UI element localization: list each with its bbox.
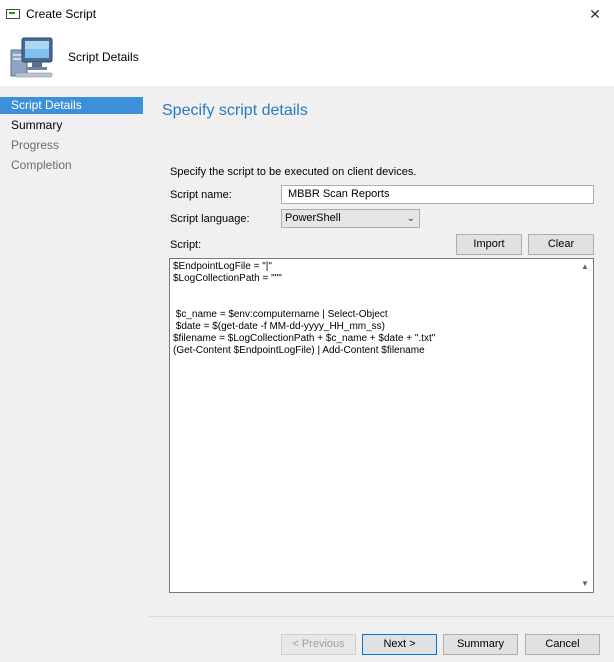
computer-icon [10,37,53,78]
close-icon[interactable]: ✕ [584,4,606,24]
wizard-header: Script Details [0,28,614,86]
script-language-label: Script language: [170,213,250,225]
previous-button[interactable]: < Previous [281,634,356,655]
header-title: Script Details [68,50,139,64]
script-scrollbar[interactable]: ▲ ▼ [577,259,593,592]
window-title: Create Script [26,7,97,21]
create-script-window: Create Script ✕ Script Details Script De… [0,0,614,662]
sidebar-item-completion: Completion [11,158,72,172]
sidebar-item-summary[interactable]: Summary [0,117,143,134]
page-description: Specify the script to be executed on cli… [170,166,417,178]
script-content[interactable]: $EndpointLogFile = "|" $LogCollectionPat… [173,261,573,357]
scroll-up-icon[interactable]: ▲ [577,259,593,275]
script-name-label: Script name: [170,189,232,201]
title-bar: Create Script ✕ [0,0,614,28]
script-language-select[interactable]: PowerShell ⌄ [281,209,420,228]
script-name-input[interactable]: MBBR Scan Reports [281,185,594,204]
sidebar-item-progress: Progress [11,138,60,152]
script-language-value: PowerShell [285,212,341,224]
scroll-down-icon[interactable]: ▼ [577,576,593,592]
page-title: Specify script details [162,102,308,119]
import-button[interactable]: Import [456,234,522,255]
footer-divider [148,616,614,617]
sidebar-item-script-details[interactable]: Script Details [0,97,143,114]
script-label: Script: [170,239,202,251]
cancel-button[interactable]: Cancel [525,634,600,655]
chevron-down-icon: ⌄ [406,213,415,224]
next-button[interactable]: Next > [362,634,437,655]
clear-button[interactable]: Clear [528,234,594,255]
script-editor[interactable]: $EndpointLogFile = "|" $LogCollectionPat… [169,258,594,593]
create-script-window-icon [6,9,20,19]
summary-button[interactable]: Summary [443,634,518,655]
